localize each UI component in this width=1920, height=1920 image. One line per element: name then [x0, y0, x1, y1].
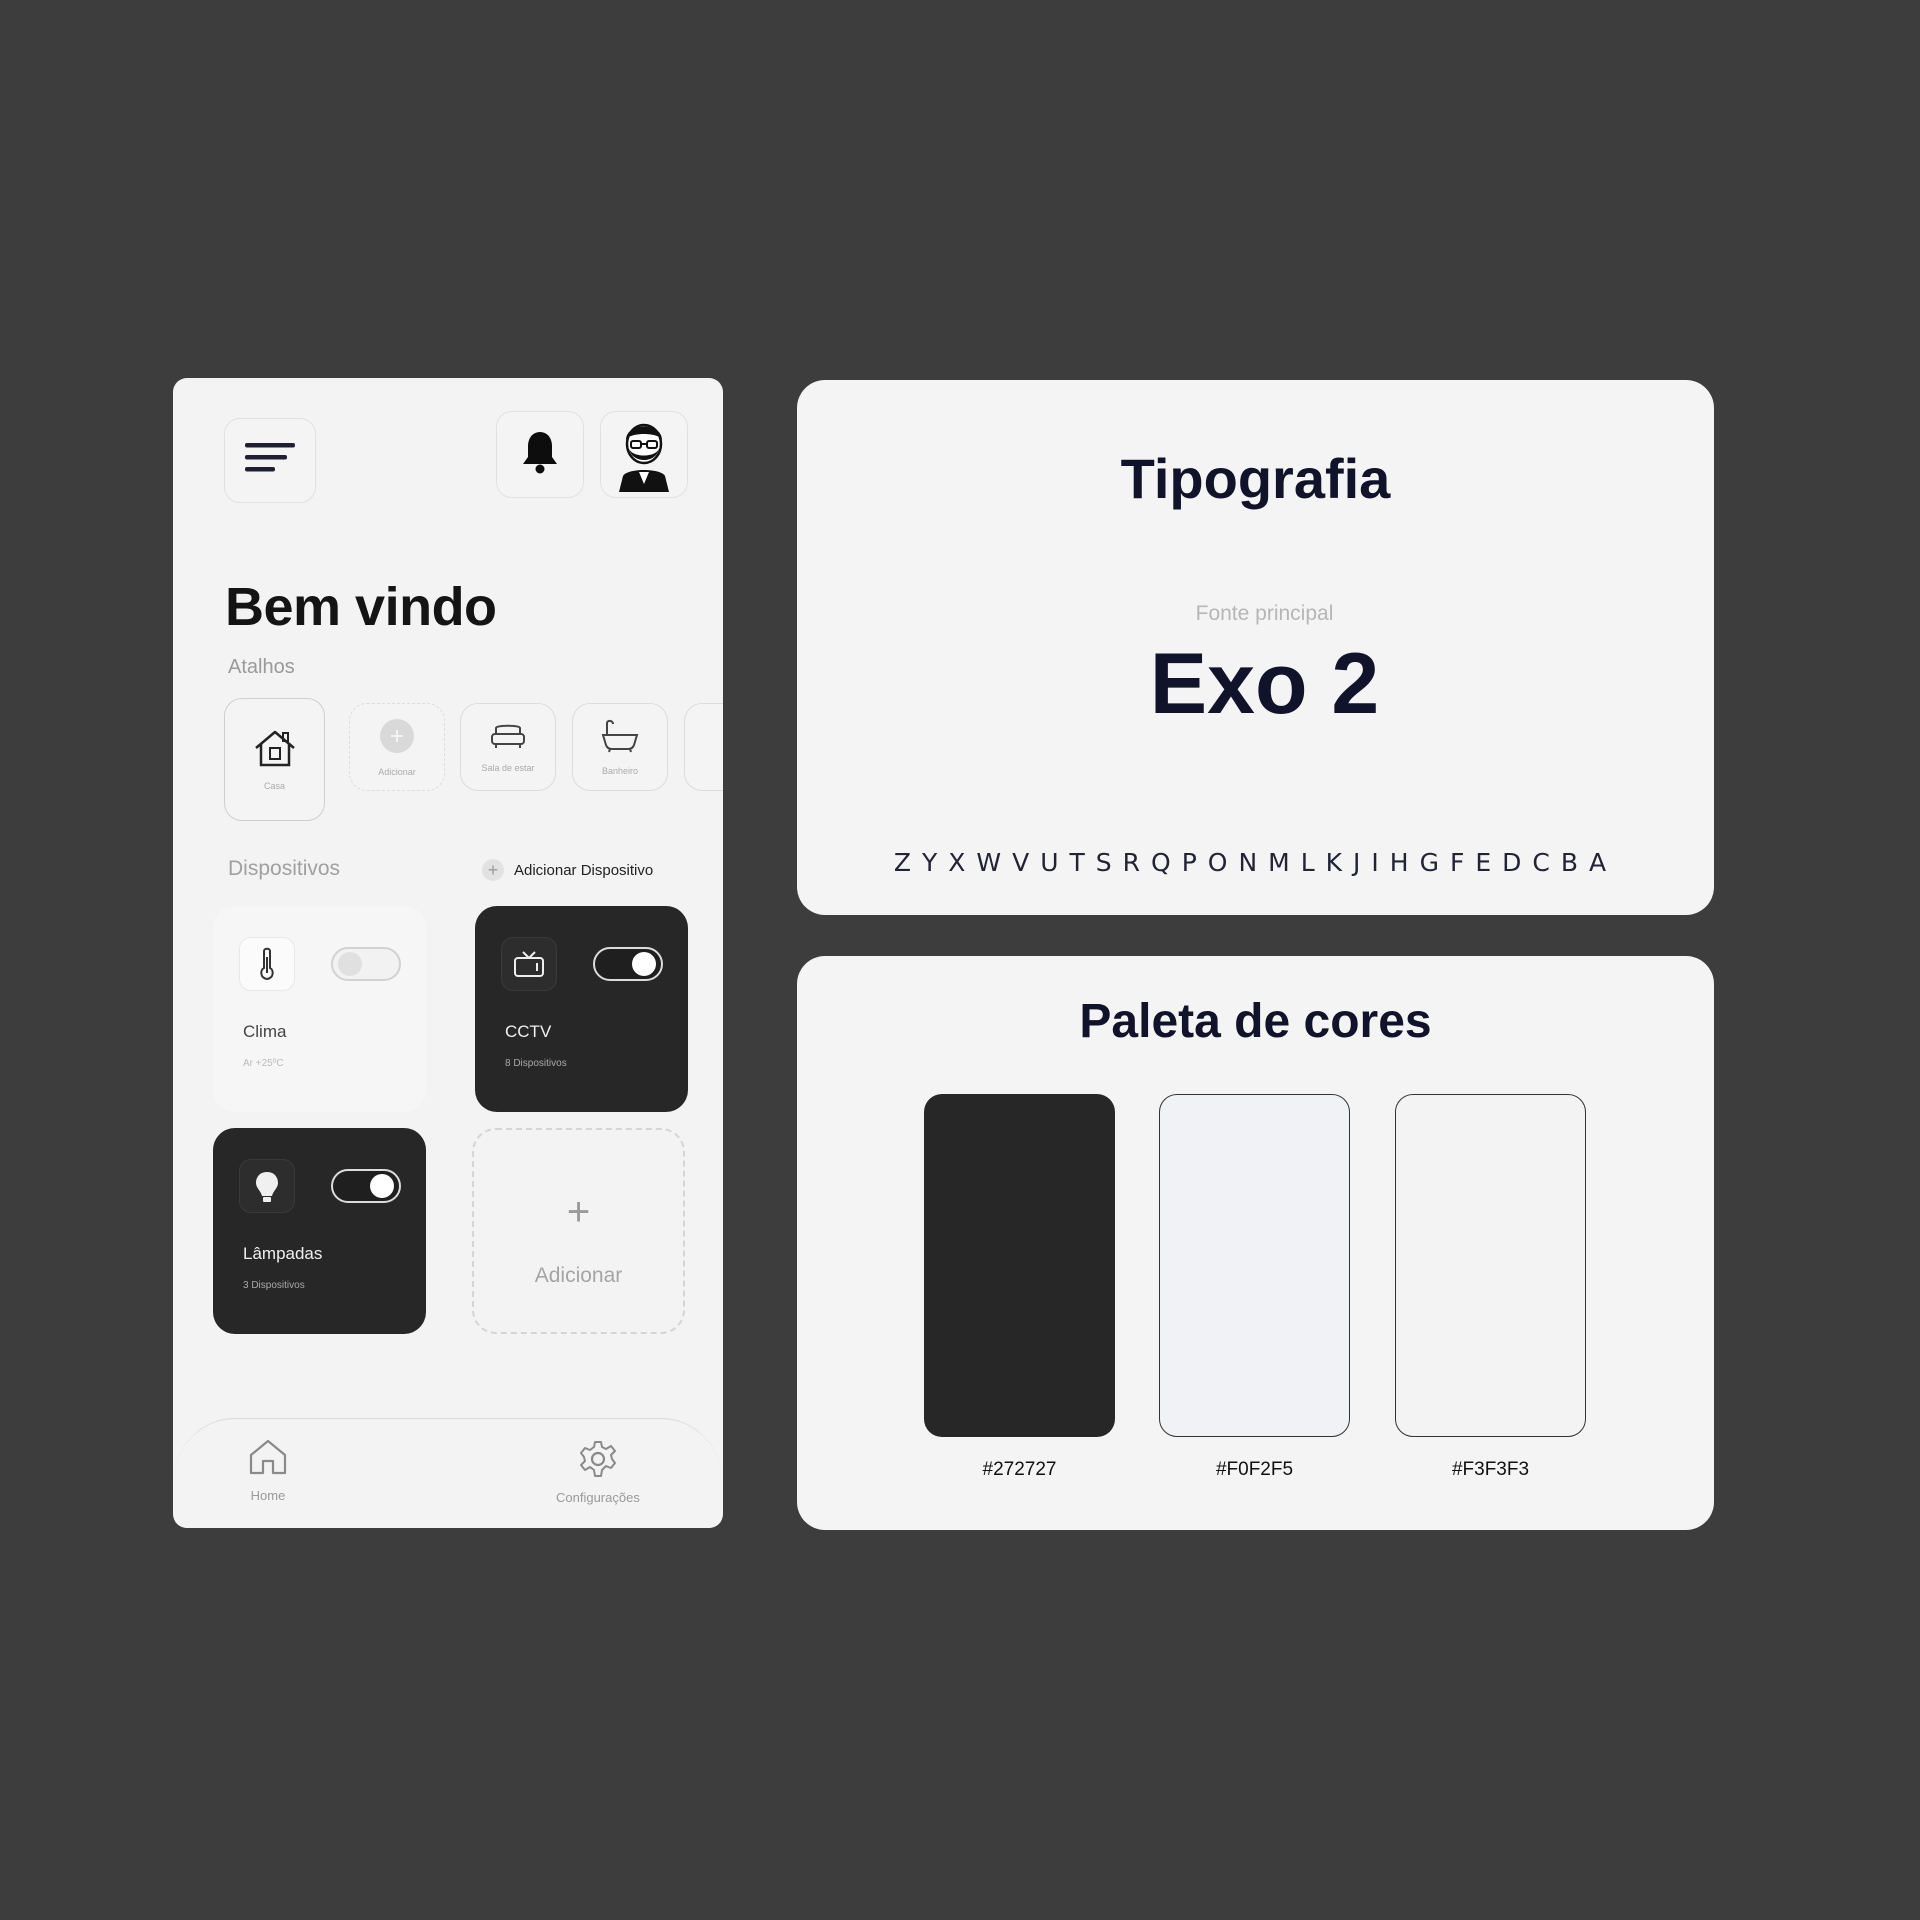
house-icon	[252, 728, 298, 773]
nav-config-label: Configurações	[556, 1490, 640, 1505]
swatch-label: #F3F3F3	[1451, 1459, 1530, 1480]
alphabet-sample: ZYXWVUTSRQPONMLKJIHGFEDCBA	[893, 848, 1618, 877]
device-subtitle: 8 Dispositivos	[505, 1058, 567, 1069]
swatch-label: #F0F2F5	[1215, 1459, 1294, 1480]
tv-icon	[501, 937, 557, 991]
devices-title: Dispositivos	[228, 857, 341, 880]
device-subtitle: 3 Dispositivos	[243, 1280, 305, 1291]
device-card-clima[interactable]: Clima Ar +25ºC	[213, 906, 426, 1112]
shortcut-more[interactable]	[684, 703, 723, 791]
palette-title: Paleta de cores	[1079, 995, 1432, 1048]
menu-button[interactable]	[224, 418, 316, 503]
menu-icon	[245, 441, 295, 480]
bell-icon	[520, 430, 560, 479]
shortcut-label: Banheiro	[601, 765, 639, 776]
thermometer-icon	[239, 937, 295, 991]
color-swatch	[1159, 1094, 1350, 1437]
device-subtitle: Ar +25ºC	[243, 1058, 284, 1069]
swatch-label: #272727	[982, 1459, 1057, 1480]
sofa-icon	[490, 722, 526, 755]
color-swatch	[924, 1094, 1115, 1437]
welcome-heading: Bem vindo	[225, 577, 497, 637]
palette-card: Paleta de cores #272727 #F0F2F5 #F3F3F3	[797, 956, 1714, 1530]
shortcut-label: Casa	[263, 781, 285, 791]
font-name: Exo 2	[1149, 636, 1380, 732]
plus-icon	[379, 718, 415, 759]
shortcuts-title: Atalhos	[228, 656, 295, 678]
shortcut-sala-de-estar[interactable]: Sala de estar	[460, 703, 556, 791]
home-icon	[247, 1437, 289, 1482]
color-swatch	[1395, 1094, 1586, 1437]
lightbulb-icon	[239, 1159, 295, 1213]
shortcut-label: Adicionar	[378, 766, 416, 777]
notifications-button[interactable]	[496, 411, 584, 498]
add-device-card[interactable]: + Adicionar	[472, 1128, 685, 1334]
plus-icon: +	[566, 1190, 591, 1234]
typography-subtitle: Fonte principal	[1195, 602, 1334, 625]
add-device-label: Adicionar Dispositivo	[514, 861, 654, 879]
typography-title: Tipografia	[1120, 447, 1391, 510]
gear-icon	[578, 1439, 618, 1484]
toggle-switch[interactable]	[331, 947, 401, 981]
device-card-lampadas[interactable]: Lâmpadas 3 Dispositivos	[213, 1128, 426, 1334]
nav-configuracoes[interactable]: Configurações	[556, 1439, 640, 1505]
shortcut-adicionar[interactable]: Adicionar	[349, 703, 445, 791]
typography-card: Tipografia Fonte principal Exo 2 ZYXWVUT…	[797, 380, 1714, 915]
device-name: CCTV	[505, 1022, 552, 1041]
add-device-button[interactable]: + Adicionar Dispositivo	[482, 859, 653, 881]
shortcut-casa[interactable]: Casa	[224, 698, 325, 821]
shortcut-label: Sala de estar	[481, 762, 535, 773]
device-name: Lâmpadas	[243, 1244, 323, 1263]
phone-mockup: Bem vindo Atalhos Casa Adicionar Sala de…	[173, 378, 723, 1528]
avatar-icon	[609, 412, 679, 497]
add-card-label: Adicionar	[534, 1264, 623, 1287]
shortcut-banheiro[interactable]: Banheiro	[572, 703, 668, 791]
nav-home[interactable]: Home	[247, 1437, 289, 1503]
nav-home-label: Home	[250, 1488, 286, 1503]
toggle-switch[interactable]	[593, 947, 663, 981]
bathtub-icon	[601, 719, 639, 758]
device-card-cctv[interactable]: CCTV 8 Dispositivos	[475, 906, 688, 1112]
plus-circle-icon: +	[482, 859, 504, 881]
avatar[interactable]	[600, 411, 688, 498]
bottom-navigation: Home Configurações	[175, 1418, 721, 1528]
toggle-switch[interactable]	[331, 1169, 401, 1203]
device-name: Clima	[243, 1022, 287, 1041]
